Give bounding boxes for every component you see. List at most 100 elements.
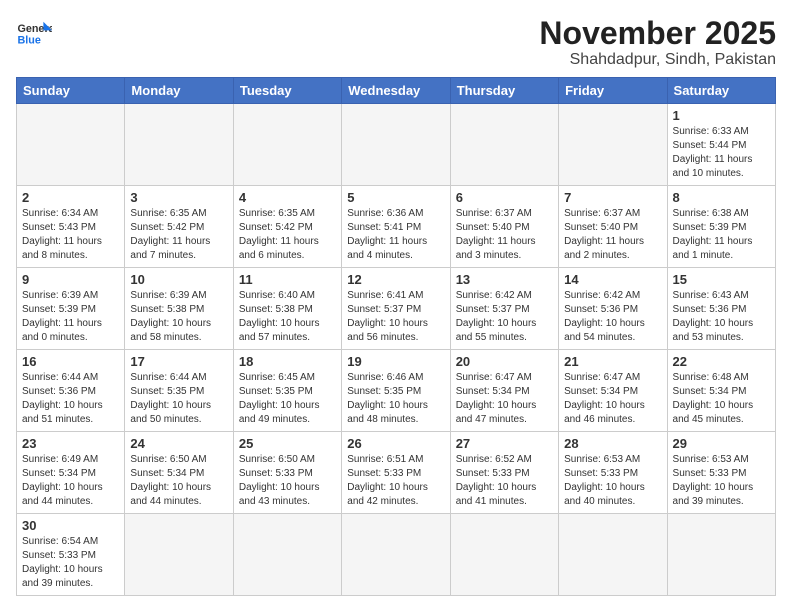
day-number: 26 xyxy=(347,436,444,451)
day-info: Sunrise: 6:35 AM Sunset: 5:42 PM Dayligh… xyxy=(130,207,227,263)
location-subtitle: Shahdadpur, Sindh, Pakistan xyxy=(539,51,776,69)
calendar-cell: 28 Sunrise: 6:53 AM Sunset: 5:33 PM Dayli… xyxy=(559,432,667,514)
day-info: Sunrise: 6:42 AM Sunset: 5:37 PM Dayligh… xyxy=(456,289,553,345)
header-sunday: Sunday xyxy=(17,78,125,104)
calendar-cell xyxy=(450,104,558,186)
calendar-week-0: 1 Sunrise: 6:33 AM Sunset: 5:44 PM Daylig… xyxy=(17,104,776,186)
calendar-cell: 18Sunrise: 6:45 AM Sunset: 5:35 PM Dayli… xyxy=(233,350,341,432)
day-info: Sunrise: 6:52 AM Sunset: 5:33 PM Dayligh… xyxy=(456,453,553,509)
day-info: Sunrise: 6:50 AM Sunset: 5:34 PM Dayligh… xyxy=(130,453,227,509)
day-info: Sunrise: 6:44 AM Sunset: 5:35 PM Dayligh… xyxy=(130,371,227,427)
day-number: 22 xyxy=(673,354,770,369)
header-friday: Friday xyxy=(559,78,667,104)
day-number: 9 xyxy=(22,272,119,287)
calendar-cell: 7Sunrise: 6:37 AM Sunset: 5:40 PM Daylig… xyxy=(559,186,667,268)
calendar-cell xyxy=(125,104,233,186)
calendar-cell: 29 Sunrise: 6:53 AM Sunset: 5:33 PM Dayli… xyxy=(667,432,775,514)
calendar-cell: 17 Sunrise: 6:44 AM Sunset: 5:35 PM Dayli… xyxy=(125,350,233,432)
day-number: 10 xyxy=(130,272,227,287)
header-wednesday: Wednesday xyxy=(342,78,450,104)
day-info: Sunrise: 6:38 AM Sunset: 5:39 PM Dayligh… xyxy=(673,207,770,263)
day-info: Sunrise: 6:33 AM Sunset: 5:44 PM Dayligh… xyxy=(673,125,770,181)
calendar-cell: 27 Sunrise: 6:52 AM Sunset: 5:33 PM Dayli… xyxy=(450,432,558,514)
calendar-cell xyxy=(342,514,450,596)
calendar-cell: 4Sunrise: 6:35 AM Sunset: 5:42 PM Daylig… xyxy=(233,186,341,268)
calendar-cell: 23Sunrise: 6:49 AM Sunset: 5:34 PM Dayli… xyxy=(17,432,125,514)
day-info: Sunrise: 6:42 AM Sunset: 5:36 PM Dayligh… xyxy=(564,289,661,345)
calendar-cell: 12 Sunrise: 6:41 AM Sunset: 5:37 PM Dayli… xyxy=(342,268,450,350)
day-info: Sunrise: 6:36 AM Sunset: 5:41 PM Dayligh… xyxy=(347,207,444,263)
calendar-cell: 10 Sunrise: 6:39 AM Sunset: 5:38 PM Dayli… xyxy=(125,268,233,350)
day-info: Sunrise: 6:49 AM Sunset: 5:34 PM Dayligh… xyxy=(22,453,119,509)
day-number: 27 xyxy=(456,436,553,451)
logo: General Blue xyxy=(16,16,52,52)
day-info: Sunrise: 6:53 AM Sunset: 5:33 PM Dayligh… xyxy=(673,453,770,509)
calendar-cell: 5Sunrise: 6:36 AM Sunset: 5:41 PM Daylig… xyxy=(342,186,450,268)
day-number: 21 xyxy=(564,354,661,369)
svg-text:Blue: Blue xyxy=(17,34,40,46)
calendar-week-2: 9 Sunrise: 6:39 AM Sunset: 5:39 PM Daylig… xyxy=(17,268,776,350)
calendar-cell: 24 Sunrise: 6:50 AM Sunset: 5:34 PM Dayli… xyxy=(125,432,233,514)
day-info: Sunrise: 6:43 AM Sunset: 5:36 PM Dayligh… xyxy=(673,289,770,345)
day-info: Sunrise: 6:41 AM Sunset: 5:37 PM Dayligh… xyxy=(347,289,444,345)
calendar-cell xyxy=(342,104,450,186)
day-number: 12 xyxy=(347,272,444,287)
day-number: 24 xyxy=(130,436,227,451)
calendar-cell: 14 Sunrise: 6:42 AM Sunset: 5:36 PM Dayli… xyxy=(559,268,667,350)
calendar-cell: 15 Sunrise: 6:43 AM Sunset: 5:36 PM Dayli… xyxy=(667,268,775,350)
calendar-cell: 13 Sunrise: 6:42 AM Sunset: 5:37 PM Dayli… xyxy=(450,268,558,350)
day-info: Sunrise: 6:39 AM Sunset: 5:38 PM Dayligh… xyxy=(130,289,227,345)
calendar-cell: 30Sunrise: 6:54 AM Sunset: 5:33 PM Dayli… xyxy=(17,514,125,596)
logo-icon: General Blue xyxy=(16,16,52,52)
calendar-cell: 3Sunrise: 6:35 AM Sunset: 5:42 PM Daylig… xyxy=(125,186,233,268)
calendar-cell xyxy=(559,514,667,596)
day-info: Sunrise: 6:50 AM Sunset: 5:33 PM Dayligh… xyxy=(239,453,336,509)
calendar-cell: 19 Sunrise: 6:46 AM Sunset: 5:35 PM Dayli… xyxy=(342,350,450,432)
day-info: Sunrise: 6:53 AM Sunset: 5:33 PM Dayligh… xyxy=(564,453,661,509)
day-number: 2 xyxy=(22,190,119,205)
day-info: Sunrise: 6:34 AM Sunset: 5:43 PM Dayligh… xyxy=(22,207,119,263)
calendar-cell xyxy=(17,104,125,186)
day-info: Sunrise: 6:39 AM Sunset: 5:39 PM Dayligh… xyxy=(22,289,119,345)
day-number: 25 xyxy=(239,436,336,451)
day-info: Sunrise: 6:46 AM Sunset: 5:35 PM Dayligh… xyxy=(347,371,444,427)
day-number: 30 xyxy=(22,518,119,533)
calendar-cell xyxy=(450,514,558,596)
calendar-cell: 20Sunrise: 6:47 AM Sunset: 5:34 PM Dayli… xyxy=(450,350,558,432)
day-number: 13 xyxy=(456,272,553,287)
header-monday: Monday xyxy=(125,78,233,104)
day-info: Sunrise: 6:48 AM Sunset: 5:34 PM Dayligh… xyxy=(673,371,770,427)
day-number: 28 xyxy=(564,436,661,451)
day-info: Sunrise: 6:44 AM Sunset: 5:36 PM Dayligh… xyxy=(22,371,119,427)
header-saturday: Saturday xyxy=(667,78,775,104)
calendar-cell: 21 Sunrise: 6:47 AM Sunset: 5:34 PM Dayli… xyxy=(559,350,667,432)
calendar-cell xyxy=(125,514,233,596)
calendar-cell xyxy=(233,514,341,596)
day-info: Sunrise: 6:37 AM Sunset: 5:40 PM Dayligh… xyxy=(564,207,661,263)
day-info: Sunrise: 6:40 AM Sunset: 5:38 PM Dayligh… xyxy=(239,289,336,345)
month-title: November 2025 xyxy=(539,16,776,51)
day-number: 6 xyxy=(456,190,553,205)
day-info: Sunrise: 6:47 AM Sunset: 5:34 PM Dayligh… xyxy=(456,371,553,427)
day-number: 1 xyxy=(673,108,770,123)
day-number: 19 xyxy=(347,354,444,369)
day-number: 15 xyxy=(673,272,770,287)
calendar-cell: 8Sunrise: 6:38 AM Sunset: 5:39 PM Daylig… xyxy=(667,186,775,268)
day-number: 14 xyxy=(564,272,661,287)
calendar-cell: 2 Sunrise: 6:34 AM Sunset: 5:43 PM Daylig… xyxy=(17,186,125,268)
title-area: November 2025 Shahdadpur, Sindh, Pakista… xyxy=(539,16,776,69)
day-number: 17 xyxy=(130,354,227,369)
day-number: 29 xyxy=(673,436,770,451)
calendar-header-row: SundayMondayTuesdayWednesdayThursdayFrid… xyxy=(17,78,776,104)
calendar-cell: 22 Sunrise: 6:48 AM Sunset: 5:34 PM Dayli… xyxy=(667,350,775,432)
calendar-week-1: 2 Sunrise: 6:34 AM Sunset: 5:43 PM Daylig… xyxy=(17,186,776,268)
day-info: Sunrise: 6:35 AM Sunset: 5:42 PM Dayligh… xyxy=(239,207,336,263)
calendar-cell: 1 Sunrise: 6:33 AM Sunset: 5:44 PM Daylig… xyxy=(667,104,775,186)
calendar-cell: 6Sunrise: 6:37 AM Sunset: 5:40 PM Daylig… xyxy=(450,186,558,268)
day-number: 18 xyxy=(239,354,336,369)
calendar-table: SundayMondayTuesdayWednesdayThursdayFrid… xyxy=(16,77,776,596)
day-info: Sunrise: 6:47 AM Sunset: 5:34 PM Dayligh… xyxy=(564,371,661,427)
day-number: 16 xyxy=(22,354,119,369)
calendar-week-5: 30Sunrise: 6:54 AM Sunset: 5:33 PM Dayli… xyxy=(17,514,776,596)
calendar-cell xyxy=(667,514,775,596)
